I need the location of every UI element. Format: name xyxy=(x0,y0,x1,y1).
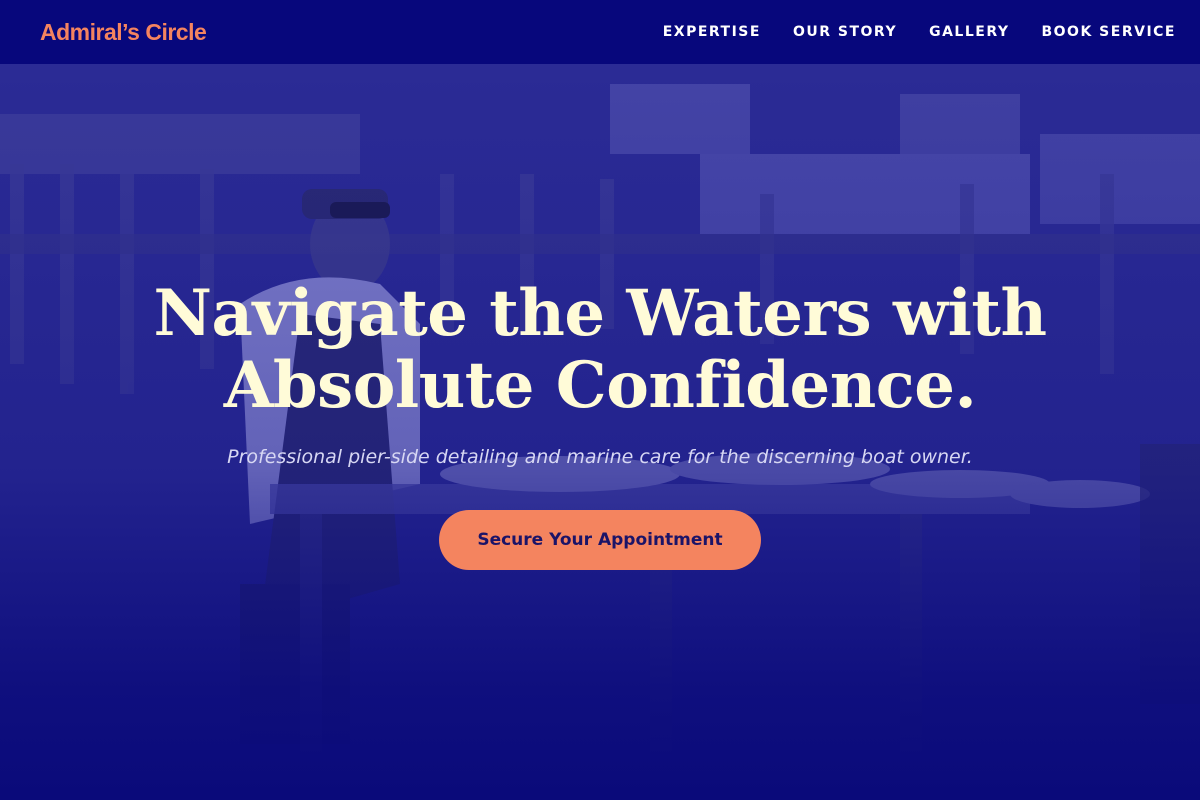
nav-link-book-service[interactable]: BOOK SERVICE xyxy=(1041,24,1176,40)
brand-logo[interactable]: Admiral’s Circle xyxy=(40,19,207,46)
hero-headline: Navigate the Waters with Absolute Confid… xyxy=(153,276,1047,423)
hero-content: Navigate the Waters with Absolute Confid… xyxy=(0,64,1200,800)
secure-appointment-button[interactable]: Secure Your Appointment xyxy=(439,510,761,570)
nav-link-gallery[interactable]: GALLERY xyxy=(929,24,1009,40)
hero-subtitle: Professional pier-side detailing and mar… xyxy=(227,446,973,468)
nav-link-expertise[interactable]: EXPERTISE xyxy=(663,24,761,40)
nav-link-our-story[interactable]: OUR STORY xyxy=(793,24,897,40)
main-nav: EXPERTISE OUR STORY GALLERY BOOK SERVICE xyxy=(663,23,1176,41)
hero-section: Navigate the Waters with Absolute Confid… xyxy=(0,64,1200,800)
top-navbar: Admiral’s Circle EXPERTISE OUR STORY GAL… xyxy=(0,0,1200,64)
